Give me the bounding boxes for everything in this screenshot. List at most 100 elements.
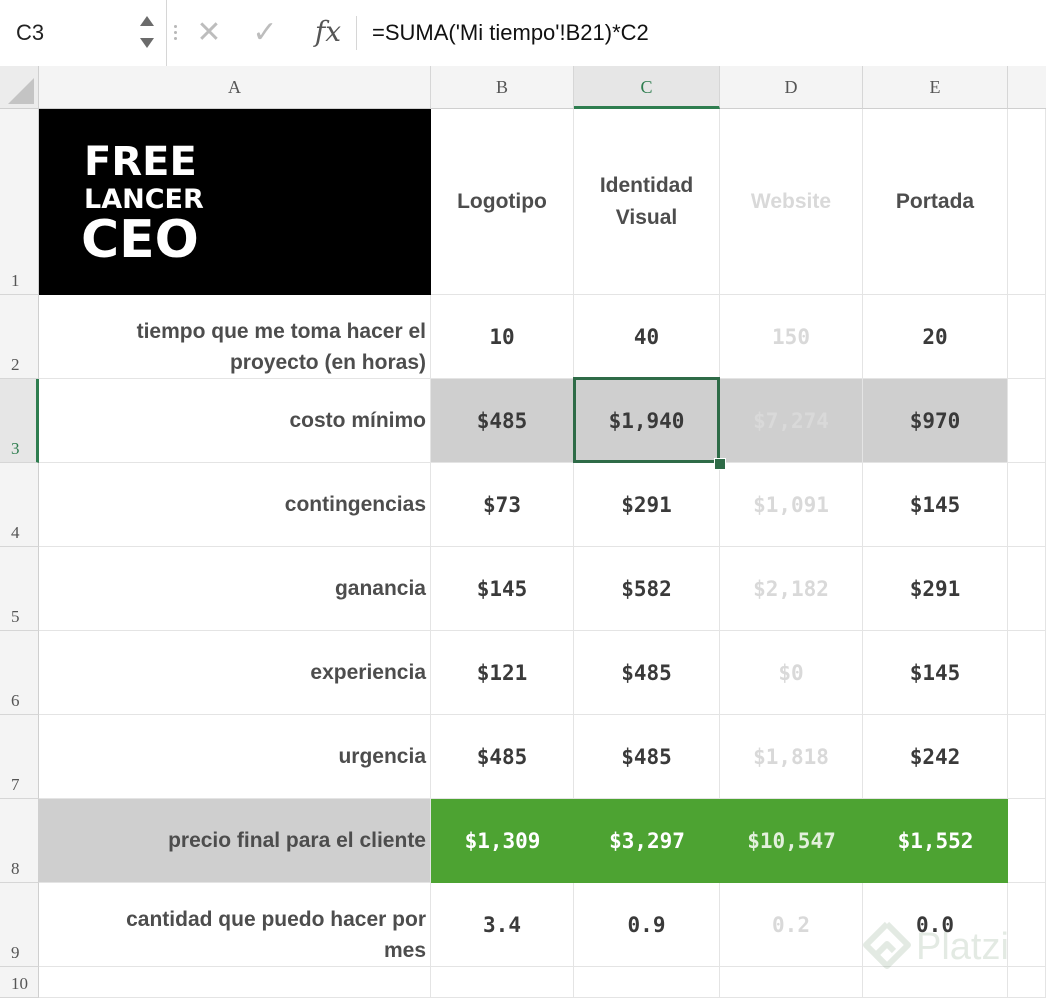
cell-b10[interactable] [431, 967, 574, 998]
row-header-1[interactable]: 1 [0, 109, 39, 295]
row-header-4[interactable]: 4 [0, 463, 39, 547]
cell-c5[interactable]: $582 [574, 547, 720, 631]
label-costo-minimo[interactable]: costo mínimo [39, 379, 431, 463]
platzi-watermark: Platzi [862, 918, 1042, 978]
cell-reference[interactable]: C3 [16, 20, 44, 46]
column-header-e[interactable]: E [863, 66, 1008, 109]
cell-c2[interactable]: 40 [574, 295, 720, 379]
cell-c4[interactable]: $291 [574, 463, 720, 547]
cell-c10[interactable] [574, 967, 720, 998]
cell-f5[interactable] [1008, 547, 1046, 631]
cell-c6[interactable]: $485 [574, 631, 720, 715]
resize-handle[interactable] [172, 22, 178, 46]
label-precio-final[interactable]: precio final para el cliente [39, 799, 431, 883]
enter-icon[interactable]: ✓ [248, 16, 282, 50]
row-header-7[interactable]: 7 [0, 715, 39, 799]
cell-d4[interactable]: $1,091 [720, 463, 863, 547]
select-all-button[interactable] [0, 66, 39, 109]
label-experiencia[interactable]: experiencia [39, 631, 431, 715]
function-icon[interactable]: fx [308, 14, 348, 50]
select-all-icon [8, 78, 34, 104]
watermark-text: Platzi [916, 926, 1009, 968]
cell-f1[interactable] [1008, 109, 1046, 295]
cancel-icon[interactable]: ✕ [192, 16, 226, 50]
row-header-3[interactable]: 3 [0, 379, 39, 463]
cell-e4[interactable]: $145 [863, 463, 1008, 547]
chevron-down-icon[interactable] [140, 38, 154, 48]
cell-b5[interactable]: $145 [431, 547, 574, 631]
spreadsheet-grid: A B C D E 1 2 3 4 5 6 7 8 9 10 FREE LANC… [0, 66, 1046, 998]
cell-b9[interactable]: 3.4 [431, 883, 574, 967]
cell-b8[interactable]: $1,309 [431, 799, 574, 883]
row-header-5[interactable]: 5 [0, 547, 39, 631]
cell-c8[interactable]: $3,297 [574, 799, 720, 883]
formula-bar: C3 ✕ ✓ fx =SUMA('Mi tiempo'!B21)*C2 [0, 0, 1046, 67]
stepper-icon[interactable] [140, 14, 158, 54]
cell-f7[interactable] [1008, 715, 1046, 799]
cell-f2[interactable] [1008, 295, 1046, 379]
formula-input[interactable]: =SUMA('Mi tiempo'!B21)*C2 [372, 20, 649, 46]
label-tiempo-line2: proyecto (en horas) [229, 351, 426, 374]
row-header-10[interactable]: 10 [0, 967, 39, 998]
cell-e3[interactable]: $970 [863, 379, 1008, 463]
cell-f4[interactable] [1008, 463, 1046, 547]
cell-e6[interactable]: $145 [863, 631, 1008, 715]
cell-e8[interactable]: $1,552 [863, 799, 1008, 883]
row-header-6[interactable]: 6 [0, 631, 39, 715]
cell-b3[interactable]: $485 [431, 379, 574, 463]
column-header-a[interactable]: A [39, 66, 431, 109]
cell-c7[interactable]: $485 [574, 715, 720, 799]
freelancer-ceo-logo: FREE LANCER CEO [39, 109, 431, 295]
cell-a10[interactable] [39, 967, 431, 998]
chevron-up-icon[interactable] [140, 16, 154, 26]
cell-d6[interactable]: $0 [720, 631, 863, 715]
logo-line-free: FREE [84, 139, 197, 185]
cell-e5[interactable]: $291 [863, 547, 1008, 631]
cell-c3[interactable]: $1,940 [574, 379, 720, 463]
cell-d3[interactable]: $7,274 [720, 379, 863, 463]
column-header-b[interactable]: B [431, 66, 574, 109]
platzi-logo-icon [863, 921, 911, 969]
row-header-8[interactable]: 8 [0, 799, 39, 883]
label-contingencias[interactable]: contingencias [39, 463, 431, 547]
logo-line-ceo: CEO [81, 210, 199, 270]
cell-c9[interactable]: 0.9 [574, 883, 720, 967]
column-header-c[interactable]: C [574, 66, 720, 109]
name-box[interactable]: C3 [0, 0, 167, 66]
cell-b2[interactable]: 10 [431, 295, 574, 379]
label-ganancia[interactable]: ganancia [39, 547, 431, 631]
label-cantidad-line2: mes [383, 939, 426, 962]
cell-e2[interactable]: 20 [863, 295, 1008, 379]
header-identidad-visual[interactable]: Identidad Visual [574, 109, 720, 295]
divider [356, 16, 357, 50]
fill-handle[interactable] [714, 458, 726, 470]
cell-d9[interactable]: 0.2 [720, 883, 863, 967]
cell-e7[interactable]: $242 [863, 715, 1008, 799]
cell-b6[interactable]: $121 [431, 631, 574, 715]
cell-f8[interactable] [1008, 799, 1046, 883]
row-header-9[interactable]: 9 [0, 883, 39, 967]
header-identidad-line2: Visual [615, 205, 678, 229]
cell-b4[interactable]: $73 [431, 463, 574, 547]
header-logotipo[interactable]: Logotipo [431, 109, 574, 295]
label-cantidad-line1: cantidad que puedo hacer por [126, 908, 426, 931]
label-tiempo-line1: tiempo que me toma hacer el [136, 320, 426, 343]
cell-d2[interactable]: 150 [720, 295, 863, 379]
header-identidad-line1: Identidad [599, 173, 694, 197]
cell-d5[interactable]: $2,182 [720, 547, 863, 631]
cell-d10[interactable] [720, 967, 863, 998]
label-urgencia[interactable]: urgencia [39, 715, 431, 799]
label-cantidad[interactable]: cantidad que puedo hacer por mes [39, 883, 431, 967]
cell-d8[interactable]: $10,547 [720, 799, 863, 883]
cell-f6[interactable] [1008, 631, 1046, 715]
header-portada[interactable]: Portada [863, 109, 1008, 295]
cell-b7[interactable]: $485 [431, 715, 574, 799]
column-header-d[interactable]: D [720, 66, 863, 109]
label-tiempo[interactable]: tiempo que me toma hacer el proyecto (en… [39, 295, 431, 379]
cell-d7[interactable]: $1,818 [720, 715, 863, 799]
cell-f3[interactable] [1008, 379, 1046, 463]
column-header-f[interactable] [1008, 66, 1046, 109]
logo-image: FREE LANCER CEO [81, 139, 204, 270]
header-website[interactable]: Website [720, 109, 863, 295]
row-header-2[interactable]: 2 [0, 295, 39, 379]
